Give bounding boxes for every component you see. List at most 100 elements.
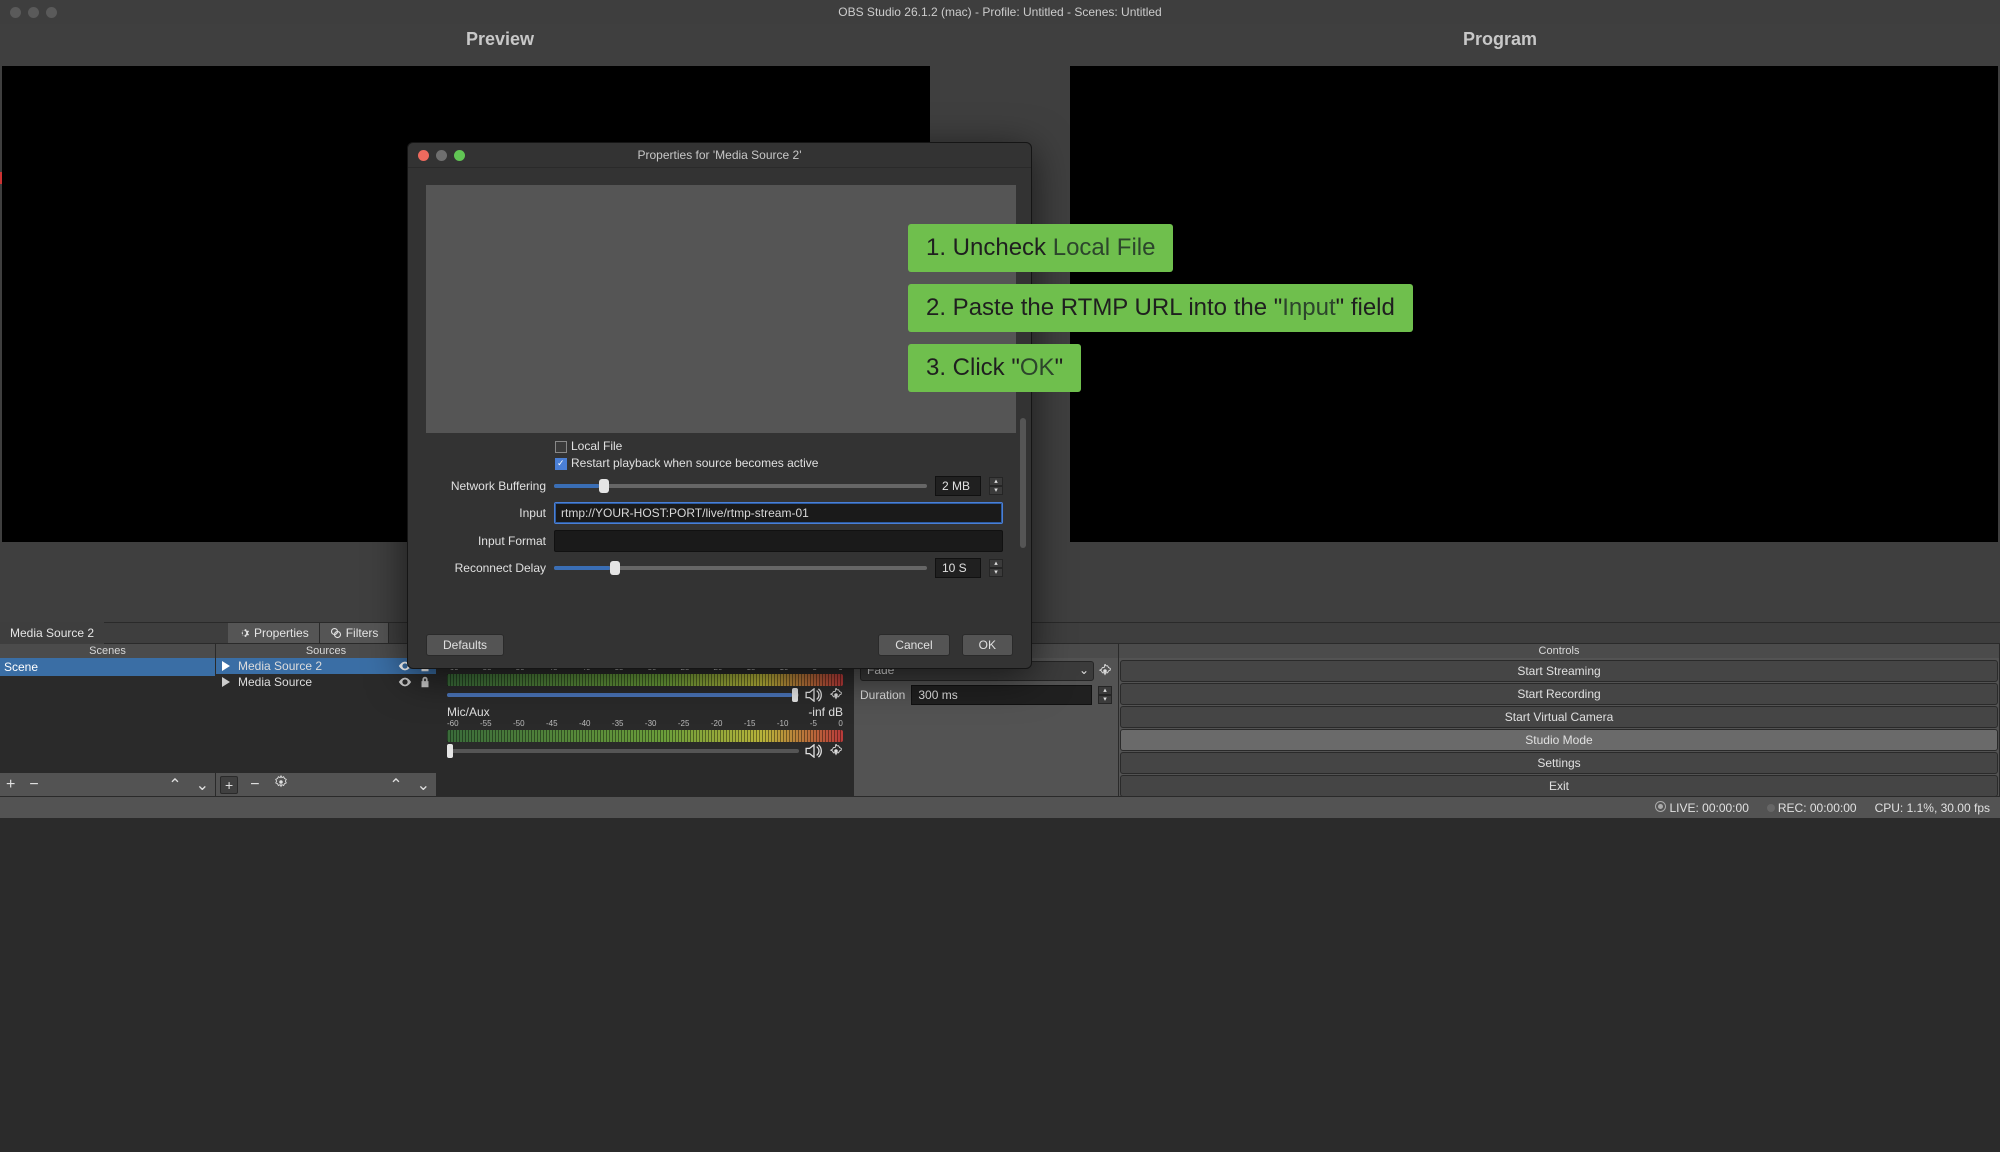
input-field[interactable] (554, 502, 1003, 524)
chevron-up-icon: ▴ (989, 477, 1003, 486)
program-label: Program (1000, 29, 2000, 50)
network-buffering-value[interactable]: 2 MB (935, 476, 981, 496)
lock-icon[interactable] (418, 675, 432, 689)
gear-icon (238, 627, 250, 639)
volume-slider[interactable] (447, 749, 799, 753)
sources-footer: + − ⌃ ⌄ (216, 773, 436, 796)
close-icon[interactable] (10, 7, 21, 18)
duration-spinners[interactable]: ▴▾ (1098, 686, 1112, 704)
add-scene-button[interactable]: + (4, 776, 17, 794)
ok-button[interactable]: OK (962, 634, 1013, 656)
controls-panel: Controls Start Streaming Start Recording… (1119, 644, 2000, 796)
add-source-button[interactable]: + (220, 776, 238, 794)
studio-mode-button[interactable]: Studio Mode (1120, 729, 1998, 751)
source-settings-button[interactable] (272, 775, 290, 794)
input-format-label: Input Format (426, 534, 546, 548)
controls-header: Controls (1119, 644, 1999, 658)
sources-header: Sources (216, 644, 436, 658)
cancel-button[interactable]: Cancel (878, 634, 949, 656)
move-scene-down-button[interactable]: ⌄ (194, 775, 211, 795)
main-window-titlebar: OBS Studio 26.1.2 (mac) - Profile: Untit… (0, 0, 2000, 24)
live-status: LIVE: 00:00:00 (1669, 801, 1748, 815)
dialog-title: Properties for 'Media Source 2' (638, 148, 802, 162)
window-title: OBS Studio 26.1.2 (mac) - Profile: Untit… (838, 5, 1161, 19)
source-item[interactable]: Media Source 2 (216, 658, 436, 674)
exit-button[interactable]: Exit (1120, 775, 1998, 796)
visibility-icon[interactable] (398, 675, 412, 689)
scenes-panel: Scenes Scene + − ⌃ ⌄ (0, 644, 216, 796)
input-format-field[interactable] (554, 530, 1003, 552)
mute-icon[interactable] (805, 744, 823, 758)
remove-scene-button[interactable]: − (27, 776, 40, 794)
scene-item[interactable]: Scene (0, 658, 215, 676)
buffering-spinners[interactable]: ▴▾ (989, 477, 1003, 495)
chevron-down-icon: ▾ (989, 568, 1003, 577)
chevron-up-icon: ▴ (1098, 686, 1112, 695)
source-item[interactable]: Media Source (216, 674, 436, 690)
properties-button[interactable]: Properties (228, 623, 320, 643)
move-source-down-button[interactable]: ⌄ (415, 775, 432, 795)
mute-icon[interactable] (805, 688, 823, 702)
sources-panel: Sources Media Source 2 Media Source + (216, 644, 437, 796)
scenes-header: Scenes (0, 644, 215, 658)
cpu-status: CPU: 1.1%, 30.00 fps (1875, 801, 1990, 815)
rec-status: REC: 00:00:00 (1778, 801, 1857, 815)
start-streaming-button[interactable]: Start Streaming (1120, 660, 1998, 682)
mixer-track: Mic/Aux-inf dB -60-55-50-45-40-35-30-25-… (447, 705, 843, 758)
window-traffic-lights[interactable] (0, 7, 57, 18)
filters-icon (330, 627, 342, 639)
reconnect-delay-slider[interactable] (554, 566, 927, 570)
start-virtual-camera-button[interactable]: Start Virtual Camera (1120, 706, 1998, 728)
gear-icon[interactable] (829, 688, 843, 702)
network-buffering-label: Network Buffering (426, 479, 546, 493)
preview-label: Preview (0, 29, 1000, 50)
gear-icon (274, 775, 288, 789)
audio-meter (447, 674, 843, 686)
reconnect-delay-label: Reconnect Delay (426, 561, 546, 575)
restart-playback-checkbox[interactable]: Restart playback when source becomes act… (555, 456, 1003, 470)
duration-input[interactable]: 300 ms (911, 685, 1092, 705)
annotation-step-3: 3. Click "OK" (908, 344, 1081, 392)
defaults-button[interactable]: Defaults (426, 634, 504, 656)
properties-dialog: Properties for 'Media Source 2' Local Fi… (407, 142, 1032, 669)
source-name-label: Media Source 2 (0, 622, 104, 644)
maximize-icon[interactable] (46, 7, 57, 18)
annotation-step-2: 2. Paste the RTMP URL into the "Input" f… (908, 284, 1413, 332)
annotation-step-1: 1. Uncheck Local File (908, 224, 1173, 272)
network-buffering-slider[interactable] (554, 484, 927, 488)
input-label: Input (426, 506, 546, 520)
reconnect-delay-value[interactable]: 10 S (935, 558, 981, 578)
minimize-icon[interactable] (436, 150, 447, 161)
local-file-checkbox[interactable]: Local File (555, 439, 1003, 453)
audio-meter (447, 730, 843, 742)
gear-icon[interactable] (1098, 664, 1112, 678)
move-scene-up-button[interactable]: ⌃ (166, 775, 183, 795)
move-source-up-button[interactable]: ⌃ (387, 775, 404, 795)
scenes-footer: + − ⌃ ⌄ (0, 773, 215, 796)
chevron-down-icon: ▾ (1098, 695, 1112, 704)
filters-button[interactable]: Filters (320, 623, 390, 643)
preview-marker (0, 172, 2, 184)
sources-list[interactable]: Media Source 2 Media Source (216, 658, 436, 773)
dialog-titlebar[interactable]: Properties for 'Media Source 2' (408, 143, 1031, 168)
live-icon (1655, 801, 1666, 812)
start-recording-button[interactable]: Start Recording (1120, 683, 1998, 705)
preview-source-toolbar: Media Source 2 (0, 622, 104, 644)
volume-slider[interactable] (447, 693, 799, 697)
minimize-icon[interactable] (28, 7, 39, 18)
reconnect-spinners[interactable]: ▴▾ (989, 559, 1003, 577)
maximize-icon[interactable] (454, 150, 465, 161)
settings-button[interactable]: Settings (1120, 752, 1998, 774)
play-icon (220, 660, 232, 672)
close-icon[interactable] (418, 150, 429, 161)
remove-source-button[interactable]: − (248, 776, 261, 794)
chevron-down-icon: ▾ (989, 486, 1003, 495)
scrollbar[interactable] (1020, 418, 1026, 548)
chevron-up-icon: ▴ (989, 559, 1003, 568)
duration-label: Duration (860, 688, 905, 702)
scenes-list[interactable]: Scene (0, 658, 215, 773)
gear-icon[interactable] (829, 744, 843, 758)
status-bar: LIVE: 00:00:00 REC: 00:00:00 CPU: 1.1%, … (0, 796, 2000, 818)
rec-icon (1767, 804, 1775, 812)
play-icon (220, 676, 232, 688)
